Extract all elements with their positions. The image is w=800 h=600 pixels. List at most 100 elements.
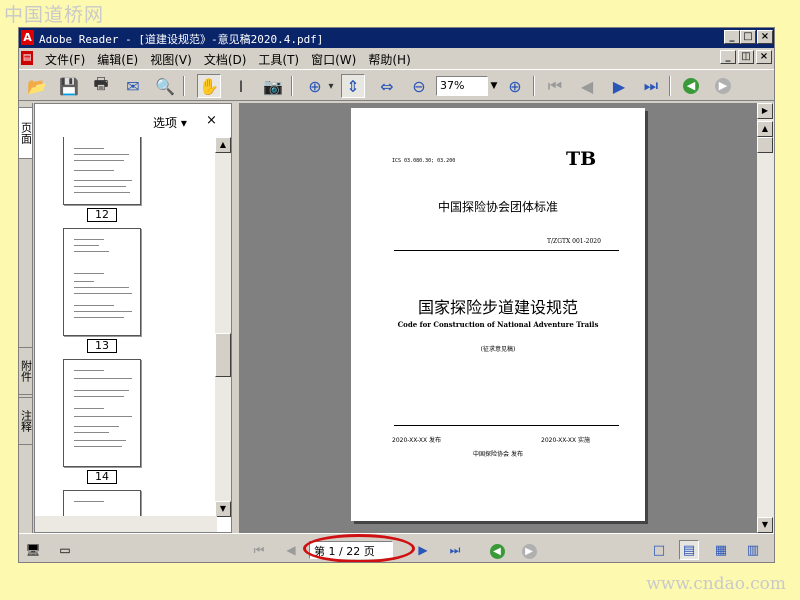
first-page-icon[interactable]: ⏮: [251, 542, 267, 558]
email-icon[interactable]: ✉: [121, 74, 145, 98]
next-page-icon[interactable]: ▶: [415, 542, 431, 558]
back-icon[interactable]: ◀: [679, 74, 703, 98]
continuous-view-icon[interactable]: ▤: [679, 540, 699, 560]
document-properties-icon[interactable]: ▭: [57, 542, 73, 558]
scroll-up-icon[interactable]: ▲: [757, 121, 773, 137]
tab-attachments[interactable]: 附件: [19, 347, 33, 395]
menu-document[interactable]: 文档(D): [198, 50, 253, 69]
page-thumbnail[interactable]: [63, 359, 141, 467]
panel-splitter[interactable]: [232, 103, 238, 533]
published-by: 中国探险协会 发布: [473, 451, 523, 458]
save-icon[interactable]: 💾: [57, 74, 81, 98]
search-icon[interactable]: 🔍: [153, 74, 177, 98]
next-page-icon[interactable]: ▶: [607, 74, 631, 98]
document-title-english: Code for Construction of National Advent…: [397, 320, 599, 329]
implement-date: 2020-XX-XX 实施: [541, 437, 591, 444]
continuous-facing-view-icon[interactable]: ▥: [743, 540, 763, 560]
hand-tool-icon[interactable]: ✋: [197, 74, 221, 98]
monitor-icon[interactable]: 🖥: [25, 542, 41, 558]
status-bar: 🖥 ▭ ⏮ ◀ 第 1 / 22 页 ▶ ⏭ ◀ ▶ □ ▤ ▦ ▥: [19, 533, 774, 562]
thumbnail-h-scrollbar[interactable]: [35, 516, 217, 532]
options-button[interactable]: 选项 ▾: [153, 114, 187, 131]
document-icon[interactable]: ▤: [21, 51, 33, 65]
standard-mark: TB: [566, 148, 597, 170]
tab-comments[interactable]: 注释: [19, 397, 33, 445]
menu-help[interactable]: 帮助(H): [362, 50, 416, 69]
page-thumbnail[interactable]: [63, 137, 141, 205]
divider: [394, 425, 619, 426]
zoom-out-icon[interactable]: ⊖: [407, 74, 431, 98]
toolbar-separator: [669, 76, 671, 96]
title-bar: A Adobe Reader - [道建设规范》-意见稿2020.4.pdf] …: [19, 28, 774, 48]
menu-edit[interactable]: 编辑(E): [91, 50, 144, 69]
tab-pages[interactable]: 页面: [19, 107, 33, 159]
zoom-input[interactable]: 37%: [436, 76, 488, 96]
previous-page-icon[interactable]: ◀: [283, 542, 299, 558]
scroll-up-icon[interactable]: ▲: [215, 137, 231, 153]
back-icon[interactable]: ◀: [489, 542, 505, 559]
forward-glyph: ▶: [715, 78, 731, 94]
document-scrollbar[interactable]: ▶ ▲ ▼: [757, 103, 774, 533]
scroll-thumb[interactable]: [757, 137, 773, 153]
thumbnail-scrollbar[interactable]: ▲ ▼: [215, 137, 231, 517]
page-thumbnail[interactable]: [63, 490, 141, 517]
facing-view-icon[interactable]: ▦: [711, 540, 731, 560]
thumbnail-page-number[interactable]: 12: [87, 208, 117, 222]
toolbar: 📂 💾 🖶 ✉ 🔍 ✋ I 📷 ⊕ ▾ ⇕ ⇔ ⊖ 37% ▼ ⊕ ⏮ ◀ ▶ …: [19, 69, 774, 101]
toolbar-separator: [291, 76, 293, 96]
doc-close-button[interactable]: ×: [756, 50, 772, 64]
adobe-reader-window: A Adobe Reader - [道建设规范》-意见稿2020.4.pdf] …: [18, 27, 775, 563]
watermark-bottom: www.cndao.com: [646, 574, 786, 594]
fit-page-icon[interactable]: ⇕: [341, 74, 365, 98]
last-page-icon[interactable]: ⏭: [447, 542, 463, 558]
select-tool-icon[interactable]: I: [229, 74, 253, 98]
page-thumbnails-panel: 选项 ▾ × 12 13 14 ▲ ▼: [34, 103, 232, 533]
back-glyph: ◀: [489, 544, 505, 559]
toolbar-separator: [533, 76, 535, 96]
open-icon[interactable]: 📂: [25, 74, 49, 98]
document-title: 国家探险步道建设规范: [417, 298, 578, 317]
zoom-in-icon[interactable]: ⊕: [503, 74, 527, 98]
menu-window[interactable]: 窗口(W): [305, 50, 362, 69]
close-panel-icon[interactable]: ×: [206, 113, 217, 128]
document-view[interactable]: ICS 03.080.30; 03.200 TB 中国探险协会团体标准 T/ZG…: [239, 103, 757, 533]
page-thumbnail[interactable]: [63, 228, 141, 336]
standard-code: T/ZGTX 001-2020: [547, 238, 601, 245]
thumbnail-page-number[interactable]: 13: [87, 339, 117, 353]
maximize-button[interactable]: □: [740, 30, 756, 44]
menu-view[interactable]: 视图(V): [144, 50, 198, 69]
doc-restore-button[interactable]: ◫: [738, 50, 754, 64]
forward-icon[interactable]: ▶: [521, 542, 537, 559]
scroll-down-icon[interactable]: ▼: [215, 501, 231, 517]
thumbnail-page-number[interactable]: 14: [87, 470, 117, 484]
scroll-thumb[interactable]: [215, 333, 231, 377]
watermark-top: 中国道桥网: [4, 4, 105, 26]
zoom-tool-dropdown-icon[interactable]: ▾: [325, 74, 337, 98]
last-page-icon[interactable]: ⏭: [639, 74, 663, 98]
publish-date: 2020-XX-XX 发布: [392, 437, 442, 444]
first-page-icon[interactable]: ⏮: [543, 74, 567, 98]
back-glyph: ◀: [683, 78, 699, 94]
fit-width-icon[interactable]: ⇔: [375, 74, 399, 98]
zoom-dropdown-icon[interactable]: ▼: [488, 76, 500, 96]
divider: [394, 250, 619, 251]
print-icon[interactable]: 🖶: [89, 74, 113, 98]
close-button[interactable]: ×: [757, 30, 773, 44]
menu-tools[interactable]: 工具(T): [252, 50, 305, 69]
menu-file[interactable]: 文件(F): [39, 50, 91, 69]
snapshot-icon[interactable]: 📷: [261, 74, 285, 98]
minimize-button[interactable]: _: [724, 30, 740, 44]
scroll-down-icon[interactable]: ▼: [757, 517, 773, 533]
page-indicator-highlight: [303, 534, 415, 562]
previous-page-icon[interactable]: ◀: [575, 74, 599, 98]
navigation-tabs: 页面 附件 注释: [19, 103, 33, 533]
zoom-tool-icon[interactable]: ⊕: [303, 74, 327, 98]
menu-bar: ▤ 文件(F) 编辑(E) 视图(V) 文档(D) 工具(T) 窗口(W) 帮助…: [19, 48, 774, 68]
single-page-view-icon[interactable]: □: [649, 540, 669, 560]
thumbnail-list: 12 13 14: [35, 137, 217, 517]
expand-panel-icon[interactable]: ▶: [757, 103, 773, 119]
doc-minimize-button[interactable]: _: [720, 50, 736, 64]
panel-header: 选项 ▾ ×: [35, 104, 231, 137]
forward-icon[interactable]: ▶: [711, 74, 735, 98]
document-page[interactable]: ICS 03.080.30; 03.200 TB 中国探险协会团体标准 T/ZG…: [351, 108, 645, 521]
